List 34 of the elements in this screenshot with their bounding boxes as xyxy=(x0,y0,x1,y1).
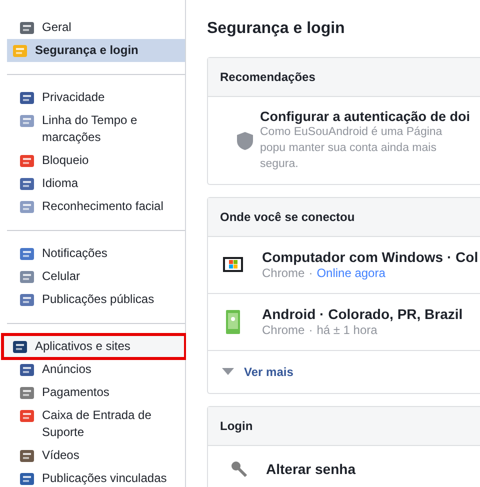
card-header: Onde você se conectou xyxy=(208,198,480,237)
caret-icon xyxy=(222,368,234,376)
sidebar-item[interactable]: Notificações xyxy=(7,242,185,265)
separator-dot: · xyxy=(308,323,313,337)
change-password-title[interactable]: Alterar senha xyxy=(266,461,356,477)
sidebar-item[interactable]: Aplicativos e sites xyxy=(3,335,185,358)
sidebar-item[interactable]: Privacidade xyxy=(7,86,185,109)
sidebar-item[interactable]: Linha do Tempo e marcações xyxy=(7,109,185,149)
sidebar-item[interactable]: Publicações vinculadas xyxy=(7,467,185,487)
browser-name: Chrome xyxy=(262,266,305,280)
recommendation-title[interactable]: Configurar a autenticação de doi xyxy=(260,109,470,124)
key-icon xyxy=(230,460,248,478)
sidebar-item[interactable]: Celular xyxy=(7,265,185,288)
page-title: Segurança e login xyxy=(207,20,346,38)
sidebar-item[interactable]: Caixa de Entrada de Suporte xyxy=(7,404,185,444)
browser-name: Chrome xyxy=(262,323,305,337)
device-name: Android · Colorado, PR, Brazil xyxy=(262,306,464,322)
card-header: Recomendações xyxy=(208,58,480,97)
see-more-link[interactable]: Ver mais xyxy=(244,365,294,379)
sidebar-item[interactable]: Bloqueio xyxy=(7,149,185,172)
card-header: Login xyxy=(208,407,480,446)
recommendation-description: Como EuSouAndroid é uma Página popu manter sua conta ainda mais segura. xyxy=(260,125,444,172)
session-status: há ± 1 hora xyxy=(316,323,378,337)
sidebar-item[interactable]: Segurança e login xyxy=(7,39,185,62)
sidebar-item[interactable]: Publicações públicas xyxy=(7,288,185,311)
sidebar-item[interactable]: Reconhecimento facial xyxy=(7,195,185,218)
session-status: Online agora xyxy=(316,266,386,280)
sidebar-item[interactable]: Idioma xyxy=(7,172,185,195)
separator-dot: · xyxy=(308,266,313,280)
sidebar-item[interactable]: Geral xyxy=(7,16,185,39)
sidebar-item[interactable]: Vídeos xyxy=(7,444,185,467)
sidebar-item[interactable]: Pagamentos xyxy=(7,381,185,404)
device-name: Computador com Windows · Col xyxy=(262,249,480,265)
sidebar-item[interactable]: Anúncios xyxy=(7,358,185,381)
